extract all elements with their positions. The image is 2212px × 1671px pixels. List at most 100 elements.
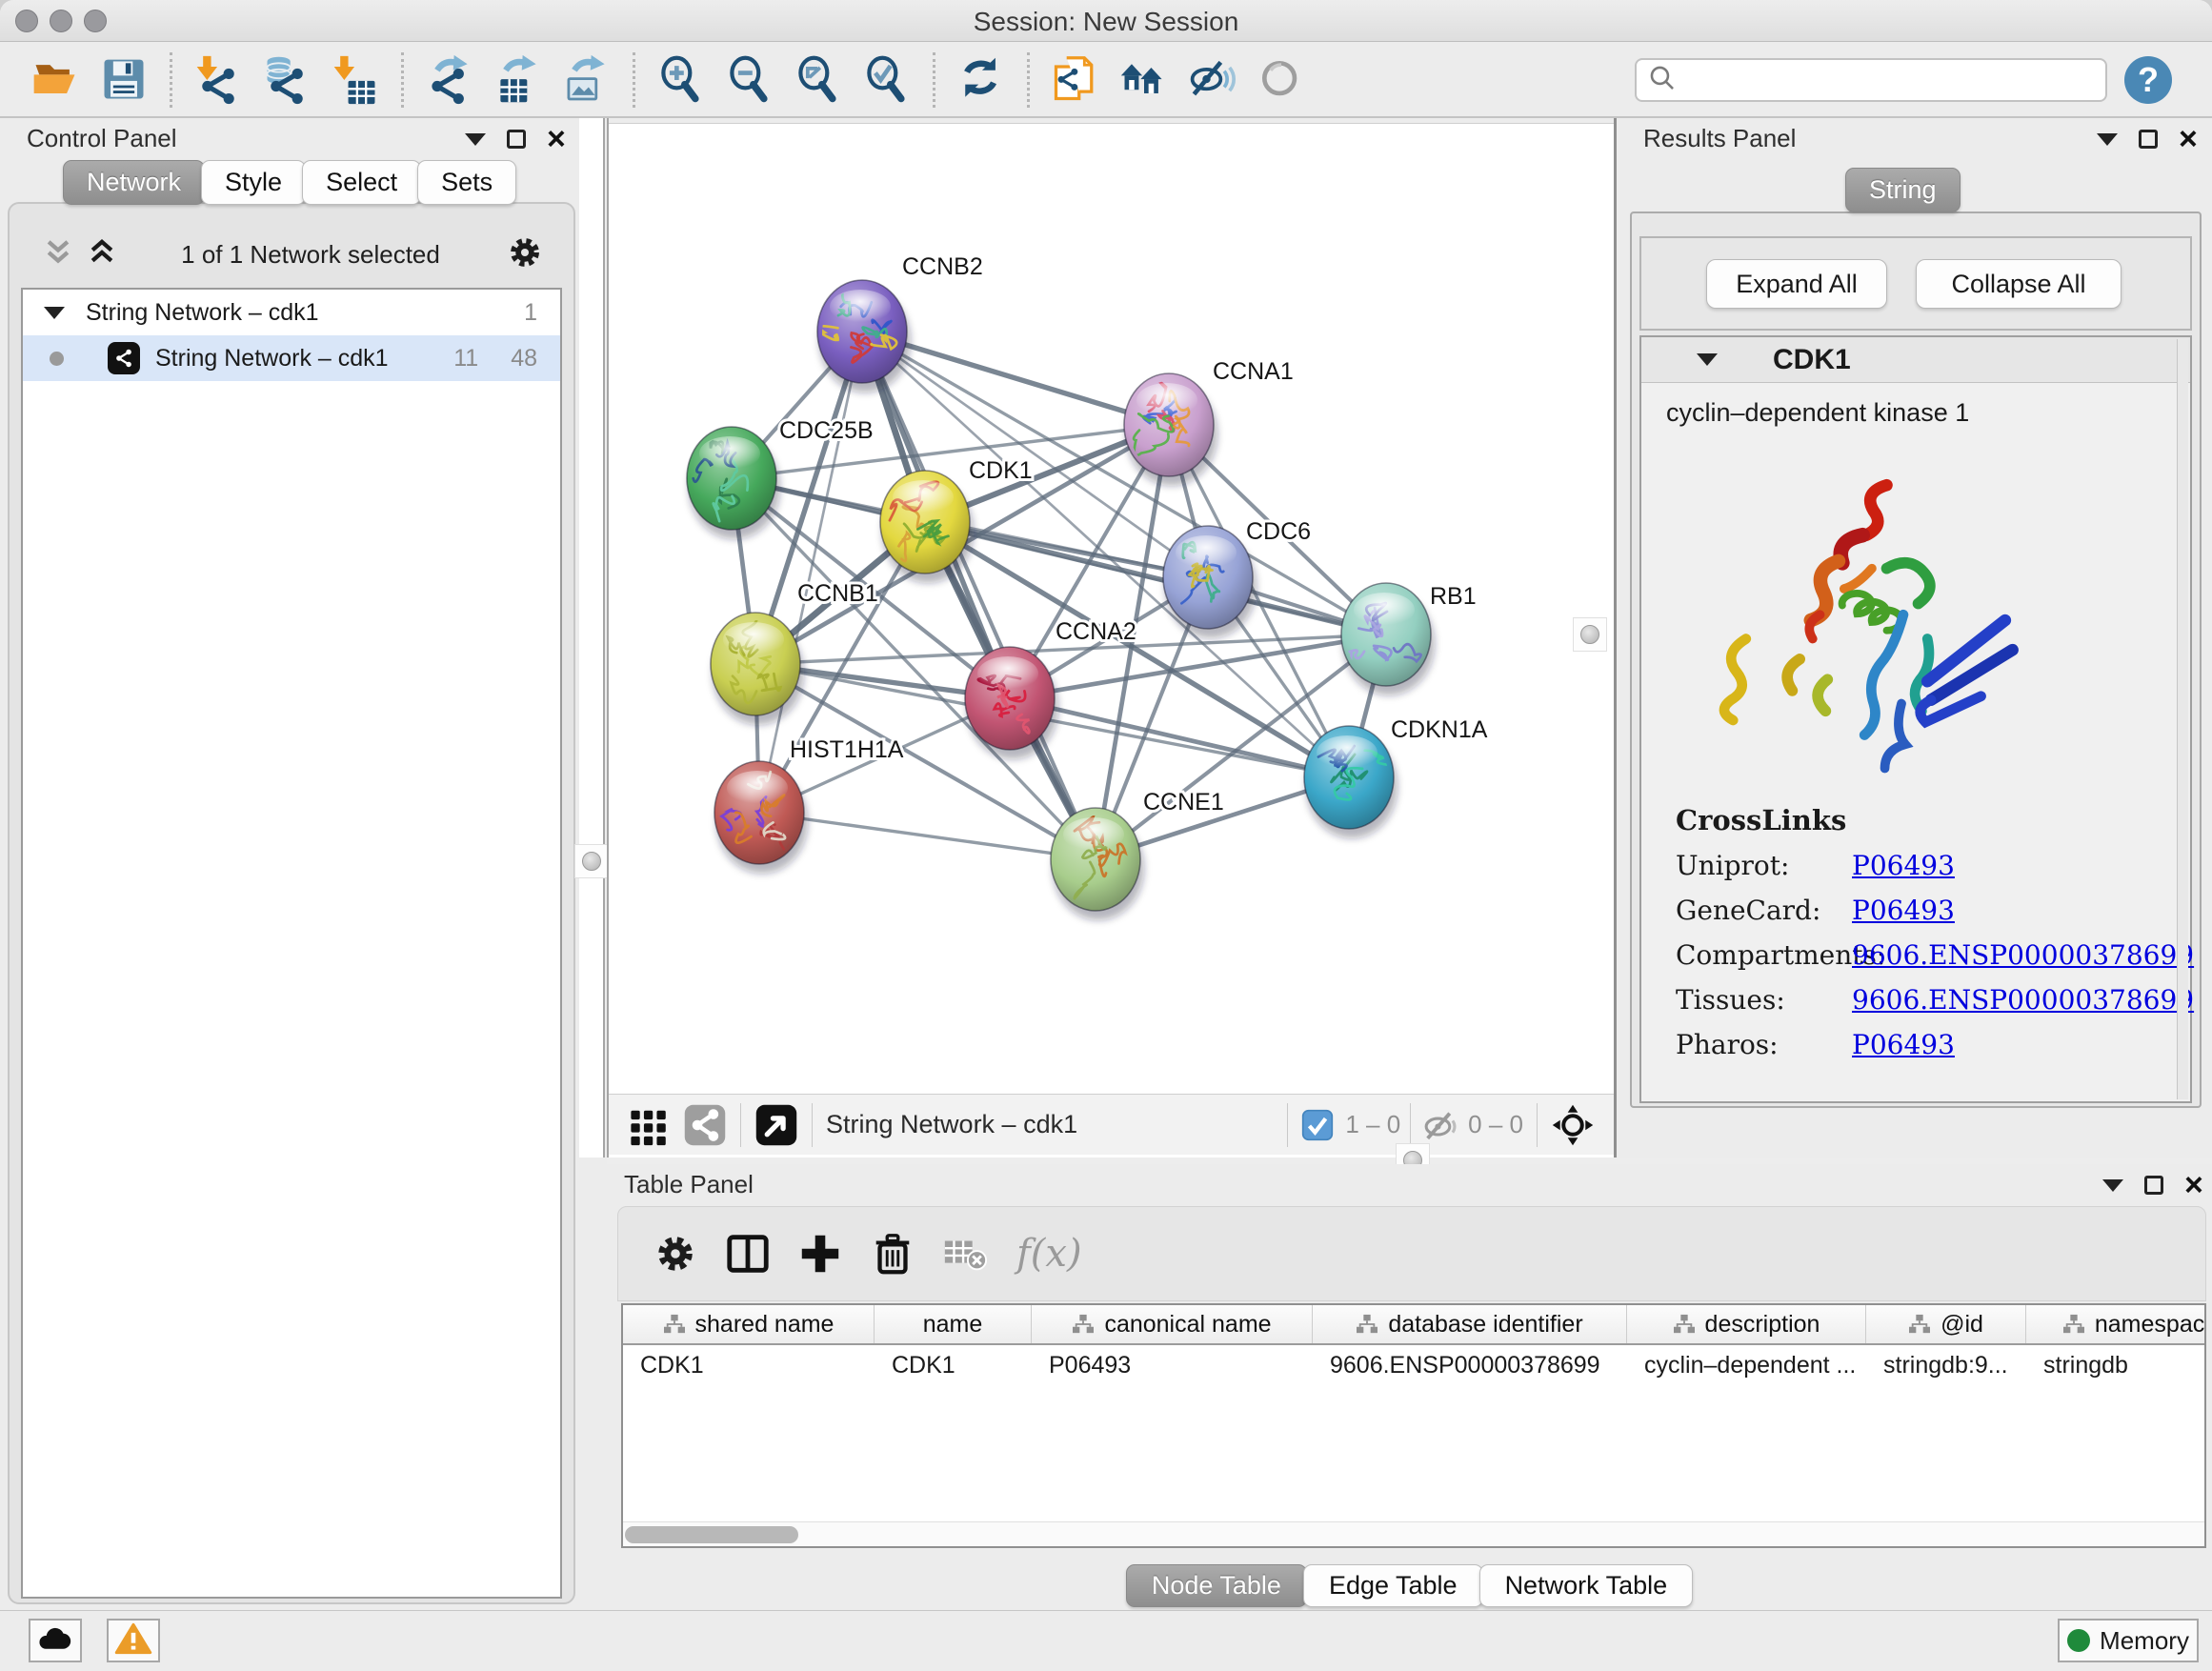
network-node-CCNA2[interactable] bbox=[965, 647, 1058, 759]
tab-edge-table[interactable]: Edge Table bbox=[1303, 1564, 1483, 1607]
table-cell[interactable]: CDK1 bbox=[875, 1345, 1032, 1385]
table-hscrollbar[interactable] bbox=[623, 1521, 2204, 1546]
close-results-icon[interactable]: × bbox=[2179, 130, 2198, 149]
crosslink-link[interactable]: P06493 bbox=[1852, 895, 1955, 926]
tab-string[interactable]: String bbox=[1845, 168, 1961, 212]
collection-expand-icon[interactable] bbox=[44, 307, 65, 319]
search-box[interactable] bbox=[1635, 58, 2107, 102]
column-header-description[interactable]: description bbox=[1627, 1305, 1866, 1343]
close-panel-icon[interactable]: × bbox=[547, 130, 566, 149]
float-results-icon[interactable] bbox=[2097, 133, 2118, 146]
table-cell[interactable]: stringdb:9... bbox=[1866, 1345, 2026, 1385]
network-node-CCNE1[interactable] bbox=[1051, 808, 1144, 920]
float-table-icon[interactable] bbox=[2102, 1179, 2123, 1192]
close-table-icon[interactable]: × bbox=[2184, 1176, 2203, 1195]
export-network-icon[interactable] bbox=[420, 50, 479, 110]
expand-all-button[interactable]: Expand All bbox=[1706, 259, 1887, 309]
crosslink-link[interactable]: 9606.ENSP00000378699 bbox=[1852, 984, 2194, 1016]
tab-network[interactable]: Network bbox=[63, 160, 205, 205]
grid-view-icon[interactable] bbox=[628, 1104, 670, 1146]
network-node-CDKN1A[interactable] bbox=[1304, 726, 1398, 838]
export-image-icon[interactable] bbox=[557, 50, 616, 110]
float-panel-icon[interactable] bbox=[465, 133, 486, 146]
network-node-CCNA1[interactable] bbox=[1124, 373, 1217, 486]
network-node-CDC6[interactable] bbox=[1163, 526, 1257, 638]
refresh-layout-icon[interactable] bbox=[952, 50, 1011, 110]
import-network-file-icon[interactable] bbox=[189, 50, 248, 110]
maximize-table-icon[interactable] bbox=[2144, 1176, 2163, 1195]
gear-icon[interactable] bbox=[505, 232, 545, 277]
tab-network-table[interactable]: Network Table bbox=[1479, 1564, 1694, 1607]
detach-view-icon[interactable] bbox=[754, 1103, 798, 1147]
table-cell[interactable]: P06493 bbox=[1032, 1345, 1313, 1385]
network-edge[interactable] bbox=[1010, 698, 1349, 777]
import-table-file-icon[interactable] bbox=[326, 50, 385, 110]
gene-section-header[interactable]: CDK1 bbox=[1641, 337, 2190, 383]
column-header-database-identifier[interactable]: database identifier bbox=[1313, 1305, 1627, 1343]
cloud-status-button[interactable] bbox=[29, 1619, 82, 1662]
search-input[interactable] bbox=[1679, 66, 2079, 95]
export-table-icon[interactable] bbox=[489, 50, 548, 110]
crosslink-link[interactable]: P06493 bbox=[1852, 850, 1955, 881]
hide-graphics-details-icon[interactable] bbox=[1183, 50, 1242, 110]
add-column-icon[interactable] bbox=[790, 1223, 851, 1284]
network-node-CCNB1[interactable] bbox=[711, 613, 804, 725]
table-cell[interactable]: cyclin–dependent ... bbox=[1627, 1345, 1866, 1385]
zoom-in-icon[interactable] bbox=[652, 50, 711, 110]
tab-node-table[interactable]: Node Table bbox=[1126, 1564, 1307, 1607]
left-splitter-handle[interactable] bbox=[574, 844, 609, 878]
warning-status-button[interactable] bbox=[107, 1619, 160, 1662]
network-row[interactable]: String Network – cdk1 11 48 bbox=[23, 335, 560, 381]
maximize-panel-icon[interactable] bbox=[507, 130, 526, 149]
table-cell[interactable]: stringdb bbox=[2026, 1345, 2206, 1385]
right-splitter-handle[interactable] bbox=[1573, 617, 1607, 652]
node-table[interactable]: shared namenamecanonical namedatabase id… bbox=[621, 1303, 2206, 1548]
table-hscrollbar-thumb[interactable] bbox=[625, 1526, 798, 1543]
table-cell[interactable]: CDK1 bbox=[623, 1345, 875, 1385]
network-edge[interactable] bbox=[759, 813, 1096, 859]
network-node-CCNB2[interactable] bbox=[815, 280, 911, 393]
expand-all-icon[interactable] bbox=[88, 237, 116, 272]
collapse-all-button[interactable]: Collapse All bbox=[1916, 259, 2122, 309]
birdseye-view-icon[interactable] bbox=[1115, 50, 1174, 110]
network-node-CDC25B[interactable] bbox=[687, 427, 780, 539]
network-node-HIST1H1A[interactable] bbox=[714, 760, 808, 874]
maximize-results-icon[interactable] bbox=[2139, 130, 2158, 149]
show-graphics-details-icon[interactable] bbox=[1252, 50, 1311, 110]
help-icon[interactable]: ? bbox=[2124, 56, 2172, 104]
crosslink-link[interactable]: P06493 bbox=[1852, 1029, 1955, 1060]
crosshair-icon[interactable] bbox=[1551, 1103, 1595, 1147]
zoom-selected-icon[interactable] bbox=[857, 50, 916, 110]
zoom-fit-icon[interactable] bbox=[789, 50, 848, 110]
collapse-all-icon[interactable] bbox=[44, 237, 72, 272]
new-annotation-icon[interactable] bbox=[1046, 50, 1105, 110]
network-edge[interactable] bbox=[862, 332, 1096, 859]
network-collection-row[interactable]: String Network – cdk1 1 bbox=[23, 290, 560, 335]
horizontal-splitter[interactable] bbox=[607, 1158, 2212, 1164]
show-columns-icon[interactable] bbox=[717, 1223, 778, 1284]
selected-checkbox-icon[interactable] bbox=[1301, 1109, 1334, 1141]
memory-button[interactable]: Memory bbox=[2058, 1619, 2199, 1662]
column-header-namespace[interactable]: namespace bbox=[2026, 1305, 2206, 1343]
column-header-name[interactable]: name bbox=[875, 1305, 1032, 1343]
network-node-CDK1[interactable] bbox=[880, 471, 974, 583]
table-row[interactable]: CDK1CDK1P064939606.ENSP00000378699cyclin… bbox=[623, 1345, 2204, 1385]
tab-sets[interactable]: Sets bbox=[417, 160, 516, 205]
import-network-database-icon[interactable] bbox=[257, 50, 316, 110]
table-gear-icon[interactable] bbox=[645, 1223, 706, 1284]
gene-collapse-icon[interactable] bbox=[1697, 353, 1718, 366]
crosslink-link[interactable]: 9606.ENSP00000378699 bbox=[1852, 939, 2194, 971]
column-header-canonical-name[interactable]: canonical name bbox=[1032, 1305, 1313, 1343]
left-splitter[interactable] bbox=[579, 118, 605, 1158]
delete-column-icon[interactable] bbox=[862, 1223, 923, 1284]
tab-style[interactable]: Style bbox=[201, 160, 306, 205]
save-session-icon[interactable] bbox=[94, 50, 153, 110]
open-session-icon[interactable] bbox=[26, 50, 85, 110]
tab-select[interactable]: Select bbox=[302, 160, 421, 205]
network-view-mode-icon[interactable] bbox=[683, 1103, 727, 1147]
results-scrollbar[interactable] bbox=[2177, 339, 2188, 1099]
zoom-out-icon[interactable] bbox=[720, 50, 779, 110]
column-header--id[interactable]: @id bbox=[1866, 1305, 2026, 1343]
column-header-shared-name[interactable]: shared name bbox=[623, 1305, 875, 1343]
network-canvas[interactable]: CCNB2CCNA1CDC25BCDK1CDC6RB1CCNB1CCNA2CDK… bbox=[609, 124, 1614, 1094]
